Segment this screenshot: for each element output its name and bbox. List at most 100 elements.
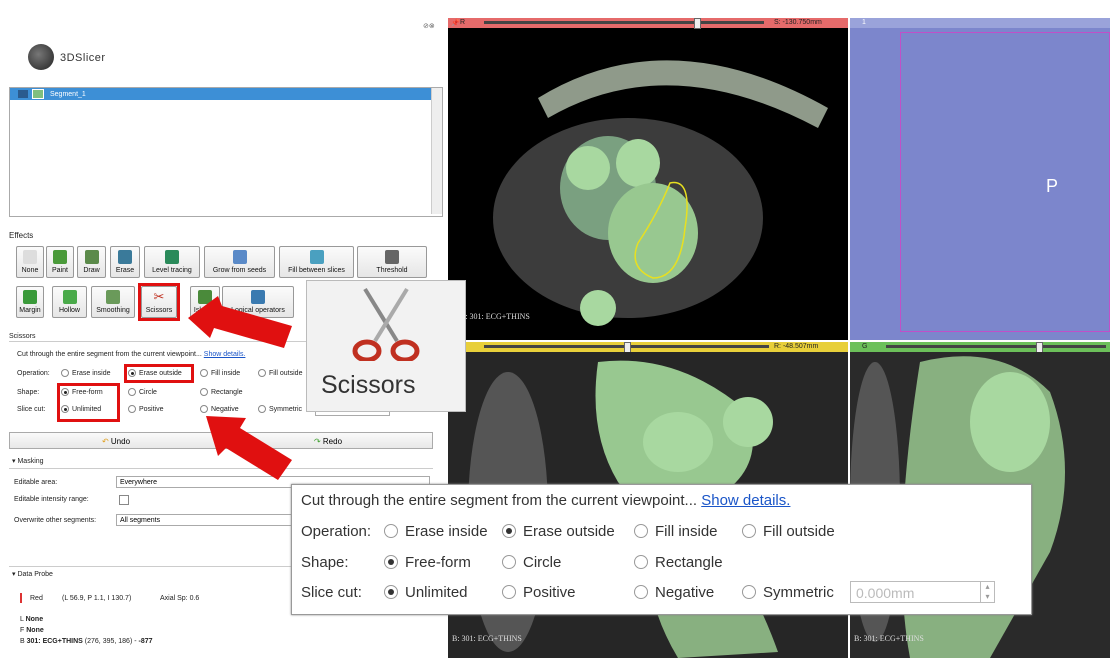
red-view-bar[interactable]: 📌 R S: -130.750mm	[448, 18, 848, 29]
islands-icon	[198, 290, 212, 304]
collapse-icon: ▾	[12, 458, 16, 465]
eye-icon[interactable]	[18, 90, 28, 98]
masking-heading[interactable]: ▾ Masking	[12, 457, 44, 465]
effect-threshold-button[interactable]: Threshold	[357, 246, 427, 278]
zoom-radio-erase-inside[interactable]: Erase inside	[384, 523, 488, 540]
effect-draw-button[interactable]: Draw	[77, 246, 106, 278]
zoom-description: Cut through the entire segment from the …	[301, 492, 791, 509]
red-slice-slider[interactable]	[484, 18, 764, 29]
scissors-zoom-label: Scissors	[321, 371, 416, 399]
yellow-slice-slider[interactable]	[484, 342, 769, 353]
zoom-radio-negative[interactable]: Negative	[634, 584, 714, 601]
radio-symmetric[interactable]: Symmetric	[258, 405, 302, 413]
effect-hollow-button[interactable]: Hollow	[52, 286, 87, 318]
effect-logical-operators-button[interactable]: Logical operators	[222, 286, 294, 318]
erase-outside-highlight	[124, 364, 194, 383]
effect-grow-from-seeds-button[interactable]: Grow from seeds	[204, 246, 275, 278]
data-probe-heading[interactable]: ▾ Data Probe	[12, 570, 53, 578]
level-tracing-icon	[165, 250, 179, 264]
collapse-icon: ▾	[12, 571, 16, 578]
probe-coords: (L 56.9, P 1.1, I 130.7)	[62, 595, 132, 602]
zoom-radio-rectangle[interactable]: Rectangle	[634, 554, 723, 571]
yellow-view-caption: B: 301: ECG+THINS	[452, 634, 522, 643]
overwrite-label: Overwrite other segments:	[14, 517, 97, 524]
redo-button[interactable]: ↷ Redo	[223, 432, 433, 449]
threed-view[interactable]: 1 P	[850, 18, 1110, 340]
green-view-letter: G	[862, 343, 868, 350]
intensity-range-label: Editable intensity range:	[14, 496, 89, 503]
operation-label: Operation:	[17, 370, 50, 377]
effect-none-button[interactable]: None	[16, 246, 44, 278]
undo-icon: ↶	[101, 437, 109, 446]
axial-ct-image	[493, 60, 828, 326]
zoom-operation-label: Operation:	[301, 523, 372, 540]
pin-icon[interactable]: 📌	[451, 19, 460, 27]
zoom-radio-free-form[interactable]: Free-form	[384, 554, 471, 571]
radio-negative[interactable]: Negative	[200, 405, 239, 413]
zoom-radio-circle[interactable]: Circle	[502, 554, 561, 571]
segment-color-swatch[interactable]	[32, 89, 44, 99]
show-details-link[interactable]: Show details.	[204, 351, 246, 358]
red-view-caption: B: 301: ECG+THINS	[460, 312, 530, 321]
zoom-radio-fill-inside[interactable]: Fill inside	[634, 523, 718, 540]
red-slice-view[interactable]: 📌 R S: -130.750mm B: 301: ECG+THINS	[448, 18, 848, 340]
effect-islands-button[interactable]: Islands	[190, 286, 220, 318]
undo-button[interactable]: ↶ Undo	[9, 432, 223, 449]
zoom-radio-erase-outside[interactable]: Erase outside	[502, 523, 615, 540]
zoom-radio-positive[interactable]: Positive	[502, 584, 576, 601]
scissors-heading: Scissors	[9, 333, 36, 340]
logical-operators-icon	[251, 290, 265, 304]
effect-level-tracing-button[interactable]: Level tracing	[144, 246, 200, 278]
effect-margin-button[interactable]: Margin	[16, 286, 44, 318]
threshold-icon	[385, 250, 399, 264]
threed-view-label: 1	[862, 19, 866, 26]
shape-label: Shape:	[17, 389, 40, 396]
green-view-bar[interactable]: G	[850, 342, 1110, 353]
pointer-icon	[23, 250, 37, 264]
radio-circle[interactable]: Circle	[128, 388, 157, 396]
segment-list-scrollbar[interactable]	[431, 88, 442, 214]
zoom-show-details-link[interactable]: Show details.	[701, 492, 790, 509]
green-slice-slider[interactable]	[886, 342, 1106, 353]
zoom-thickness-field[interactable]: 0.000mm	[850, 581, 995, 603]
effect-erase-button[interactable]: Erase	[110, 246, 140, 278]
red-view-marker	[20, 593, 22, 603]
zoom-radio-symmetric[interactable]: Symmetric	[742, 584, 834, 601]
effect-fill-between-slices-button[interactable]: Fill between slices	[279, 246, 354, 278]
red-view-letter: R	[460, 19, 466, 26]
radio-rectangle[interactable]: Rectangle	[200, 388, 243, 396]
probe-spacing: Axial Sp: 0.6	[160, 595, 200, 602]
segment-list[interactable]: Segment_1	[9, 87, 443, 217]
hollow-icon	[62, 290, 77, 304]
radio-fill-inside[interactable]: Fill inside	[200, 369, 240, 377]
radio-positive[interactable]: Positive	[128, 405, 164, 413]
scissors-description: Cut through the entire segment from the …	[17, 351, 246, 358]
green-view-caption: B: 301: ECG+THINS	[854, 634, 924, 643]
probe-view-name: Red	[30, 595, 43, 602]
fill-between-icon	[309, 250, 324, 264]
effects-heading: Effects	[9, 231, 34, 240]
scissors-zoom-callout: Scissors	[306, 280, 466, 412]
intensity-range-checkbox[interactable]	[119, 495, 129, 505]
scissors-large-icon	[352, 287, 420, 361]
zoom-slice-cut-label: Slice cut:	[301, 584, 362, 601]
spinner-icon[interactable]: ▴ ▾	[980, 582, 994, 602]
radio-erase-inside[interactable]: Erase inside	[61, 369, 111, 377]
divider	[9, 468, 433, 469]
threed-view-bar[interactable]: 1	[850, 18, 1110, 28]
probe-foreground-layer: F None	[20, 627, 44, 634]
yellow-slice-offset: R: -48.507mm	[774, 343, 819, 350]
effect-smoothing-button[interactable]: Smoothing	[91, 286, 135, 318]
zoom-radio-fill-outside[interactable]: Fill outside	[742, 523, 835, 540]
red-slice-offset: S: -130.750mm	[774, 19, 822, 26]
probe-label-layer: L None	[20, 616, 44, 623]
app-name: 3DSlicer	[60, 52, 106, 64]
window-controls-icon[interactable]: ⊘⊗	[423, 22, 435, 30]
effect-paint-button[interactable]: Paint	[46, 246, 74, 278]
scissors-highlight	[138, 283, 180, 321]
segment-row[interactable]: Segment_1	[10, 88, 442, 100]
radio-fill-outside[interactable]: Fill outside	[258, 369, 302, 377]
segment-name: Segment_1	[50, 90, 86, 98]
zoom-radio-unlimited[interactable]: Unlimited	[384, 584, 468, 601]
yellow-view-bar[interactable]: Y R: -48.507mm	[448, 342, 848, 353]
